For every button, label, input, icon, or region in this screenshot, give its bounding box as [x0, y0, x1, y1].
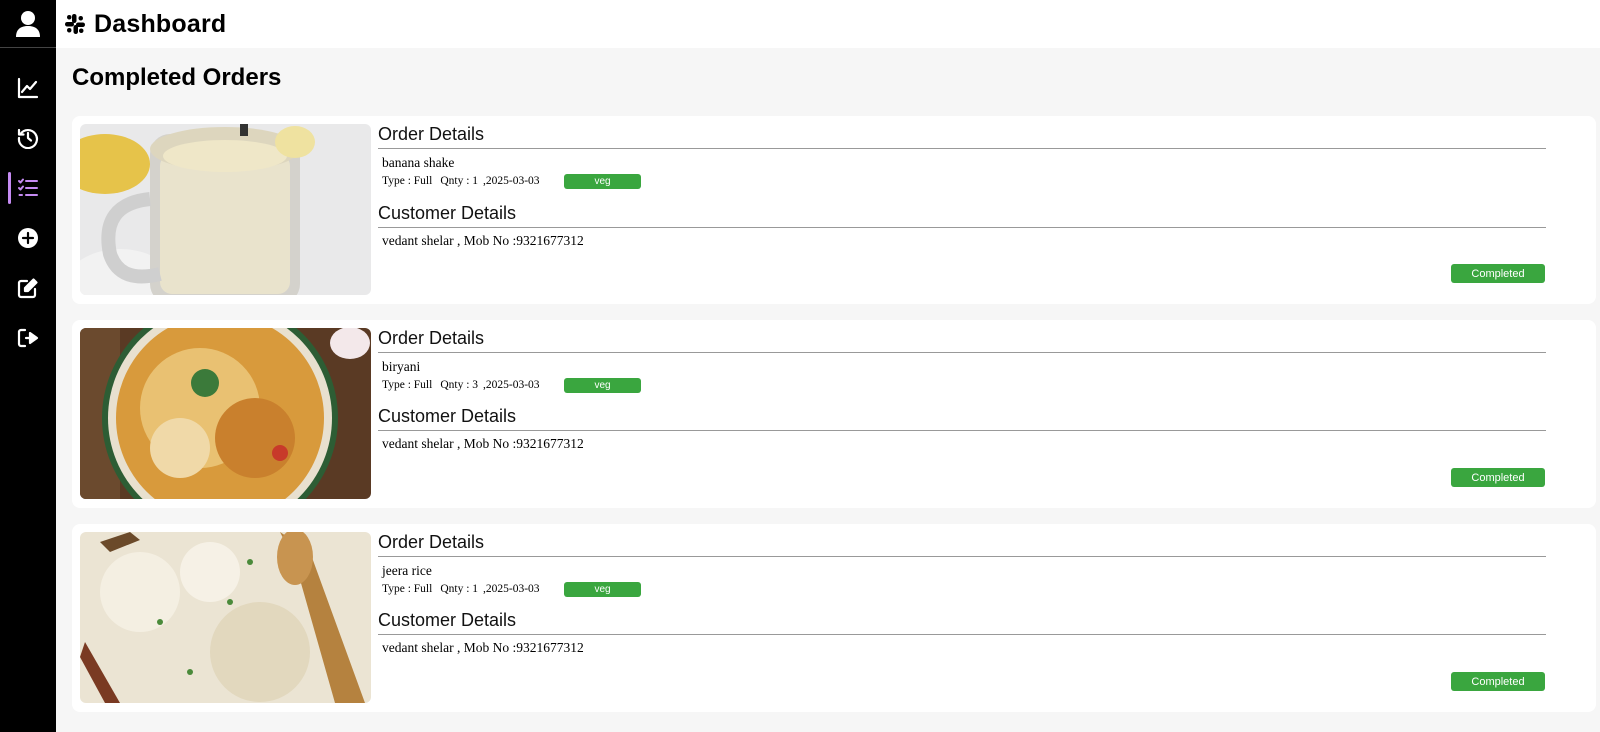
completed-status-button[interactable]: Completed — [1451, 264, 1545, 283]
veg-badge: veg — [564, 378, 641, 393]
history-icon — [17, 128, 39, 149]
order-image-biryani — [80, 328, 371, 499]
order-card: Order Details biryani Type : Full Qnty :… — [72, 320, 1596, 508]
order-type: Type : Full — [382, 583, 433, 595]
divider — [378, 430, 1546, 431]
user-avatar[interactable] — [0, 0, 56, 48]
divider — [378, 148, 1546, 149]
order-meta: Type : Full Qnty : 1 ,2025-03-03 — [382, 583, 540, 595]
chart-line-icon — [17, 77, 39, 99]
order-details-heading: Order Details — [378, 328, 485, 348]
sidebar-item-analytics[interactable] — [0, 68, 56, 108]
order-item-name: jeera rice — [382, 563, 432, 578]
page-title: Completed Orders — [72, 64, 282, 91]
plus-circle-icon — [18, 228, 38, 248]
slack-logo-icon — [65, 14, 85, 34]
customer-details-heading: Customer Details — [378, 610, 517, 630]
completed-status-button[interactable]: Completed — [1451, 672, 1545, 691]
divider — [378, 352, 1546, 353]
order-type: Type : Full — [382, 175, 433, 187]
order-item-name: banana shake — [382, 155, 455, 170]
order-image-jeera-rice — [80, 532, 371, 703]
order-quantity: Qnty : 1 — [440, 583, 479, 595]
order-quantity: Qnty : 3 — [440, 379, 479, 391]
edit-icon — [17, 278, 38, 299]
order-details-heading: Order Details — [378, 532, 485, 552]
order-meta: Type : Full Qnty : 3 ,2025-03-03 — [382, 379, 540, 391]
order-card: Order Details jeera rice Type : Full Qnt… — [72, 524, 1596, 712]
user-icon — [16, 10, 40, 37]
order-quantity: Qnty : 1 — [440, 175, 479, 187]
order-details-heading: Order Details — [378, 124, 485, 144]
customer-info: vedant shelar , Mob No :9321677312 — [382, 640, 584, 655]
customer-details-heading: Customer Details — [378, 203, 517, 223]
order-date: ,2025-03-03 — [483, 175, 540, 187]
order-date: ,2025-03-03 — [483, 583, 540, 595]
divider — [378, 634, 1546, 635]
sidebar-item-completed-orders[interactable] — [0, 168, 56, 208]
order-item-name: biryani — [382, 359, 421, 374]
app-title: Dashboard — [94, 9, 227, 38]
order-meta: Type : Full Qnty : 1 ,2025-03-03 — [382, 175, 540, 187]
order-date: ,2025-03-03 — [483, 379, 540, 391]
top-header: Dashboard — [56, 0, 1600, 48]
sidebar-item-logout[interactable] — [0, 318, 56, 358]
veg-badge: veg — [564, 174, 641, 189]
order-image-banana-shake — [80, 124, 371, 295]
completed-status-button[interactable]: Completed — [1451, 468, 1545, 487]
logout-icon — [17, 328, 39, 348]
divider — [378, 556, 1546, 557]
sidebar-item-add[interactable] — [0, 218, 56, 258]
sidebar — [0, 0, 56, 732]
sidebar-item-history[interactable] — [0, 118, 56, 158]
sidebar-item-edit[interactable] — [0, 268, 56, 308]
divider — [378, 227, 1546, 228]
order-card: Order Details banana shake Type : Full Q… — [72, 116, 1596, 304]
customer-info: vedant shelar , Mob No :9321677312 — [382, 436, 584, 451]
veg-badge: veg — [564, 582, 641, 597]
order-type: Type : Full — [382, 379, 433, 391]
list-check-icon — [18, 178, 38, 196]
customer-info: vedant shelar , Mob No :9321677312 — [382, 233, 584, 248]
customer-details-heading: Customer Details — [378, 406, 517, 426]
main-content: Completed Orders Order Details banana sh… — [56, 48, 1600, 732]
